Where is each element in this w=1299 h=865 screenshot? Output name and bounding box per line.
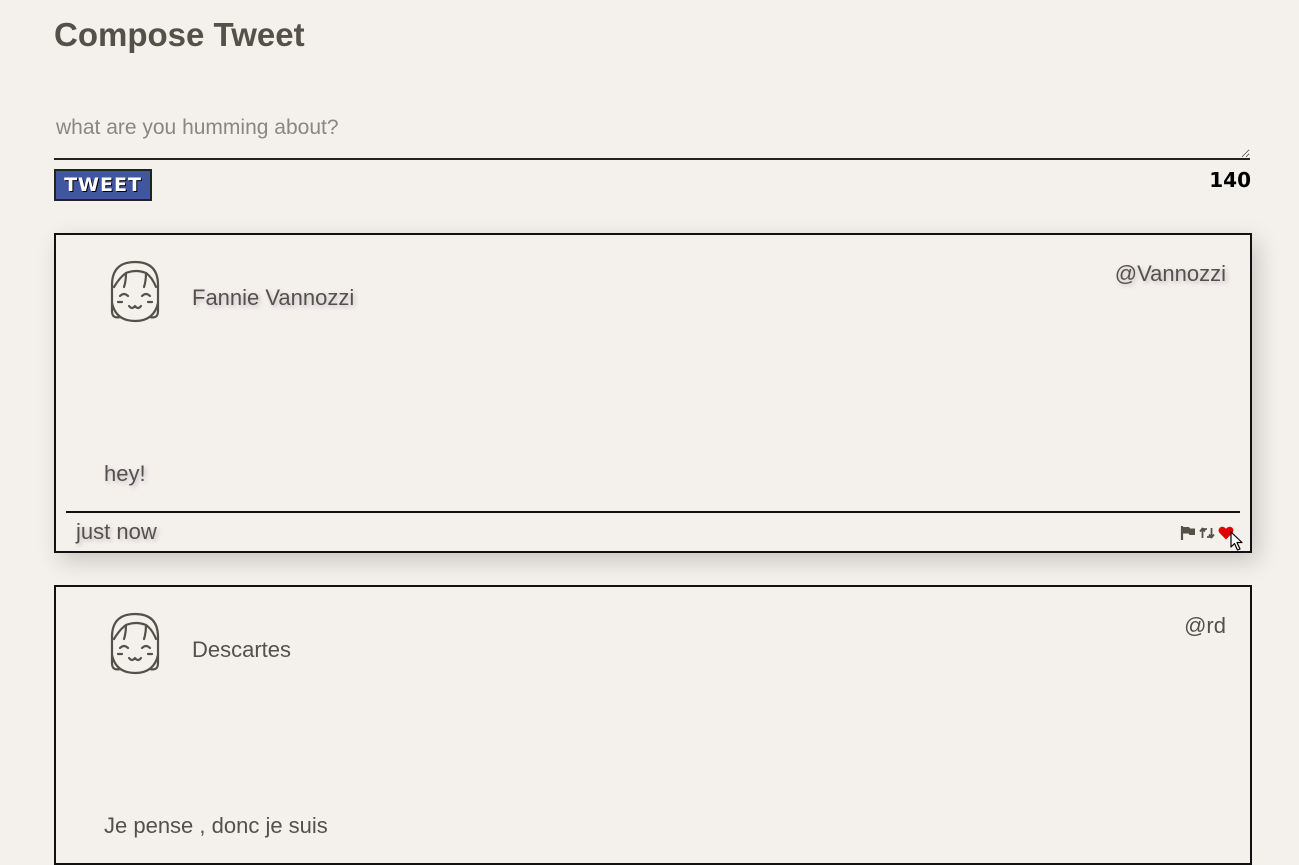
tweet-card: Descartes @rd Je pense , donc je suis bbox=[54, 585, 1252, 865]
timestamp: just now bbox=[76, 519, 157, 544]
flag-icon[interactable] bbox=[1180, 525, 1196, 541]
retweet-icon[interactable] bbox=[1199, 525, 1215, 541]
display-name: Fannie Vannozzi bbox=[192, 285, 355, 310]
page-title: Compose Tweet bbox=[54, 16, 305, 53]
tweet-actions bbox=[1180, 525, 1234, 541]
character-counter: 140 bbox=[1209, 168, 1251, 192]
tweet-footer: just now bbox=[66, 511, 1243, 553]
tweet-card: Fannie Vannozzi @Vannozzi hey! just now bbox=[54, 233, 1252, 553]
tweet-button[interactable]: TWEET bbox=[54, 169, 152, 201]
user-handle: @rd bbox=[1184, 613, 1226, 638]
mouse-pointer-icon bbox=[1230, 531, 1243, 551]
tweet-text: Je pense , donc je suis bbox=[104, 813, 328, 838]
display-name: Descartes bbox=[192, 637, 292, 662]
user-handle: @Vannozzi bbox=[1114, 261, 1226, 286]
avatar-icon bbox=[110, 260, 160, 323]
tweet-text: hey! bbox=[104, 461, 146, 486]
tweet-text-input[interactable] bbox=[54, 108, 1250, 160]
avatar-icon bbox=[110, 612, 160, 675]
